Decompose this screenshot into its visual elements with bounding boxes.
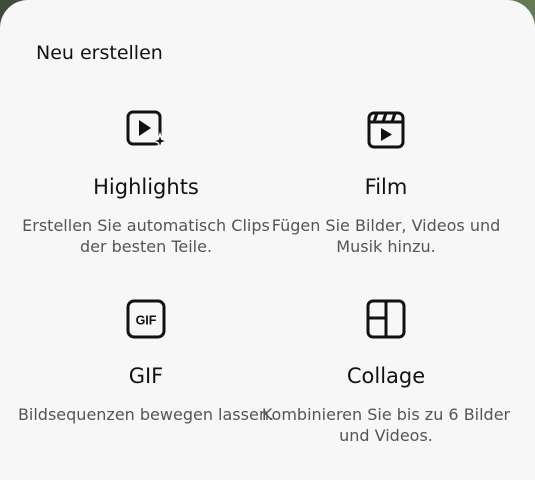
gif-icon: GIF [126,299,166,339]
highlights-video-icon [126,110,168,151]
option-label: GIF [128,364,164,388]
option-collage[interactable]: Collage Kombinieren Sie bis zu 6 Bilder … [256,297,516,446]
option-label: Film [364,175,408,199]
option-label: Highlights [93,175,199,199]
create-new-sheet: Neu erstellen Highlights Erstellen Sie a… [0,0,535,480]
option-highlights[interactable]: Highlights Erstellen Sie automatisch Cli… [16,108,276,257]
sheet-title: Neu erstellen [36,42,163,64]
option-film[interactable]: Film Fügen Sie Bilder, Videos und Musik … [256,108,516,257]
svg-text:GIF: GIF [136,314,157,328]
option-description: Bildsequenzen bewegen lassen. [17,405,275,424]
option-label: Collage [346,364,426,388]
option-description: Fügen Sie Bilder, Videos und Musik hinzu… [271,216,501,256]
collage-layout-icon [366,299,406,339]
film-clapper-icon [367,111,405,149]
option-gif[interactable]: GIF GIF Bildsequenzen bewegen lassen. [16,297,276,425]
option-description: Kombinieren Sie bis zu 6 Bilder und Vide… [261,405,511,445]
option-description: Erstellen Sie automatisch Clips der best… [22,216,270,256]
